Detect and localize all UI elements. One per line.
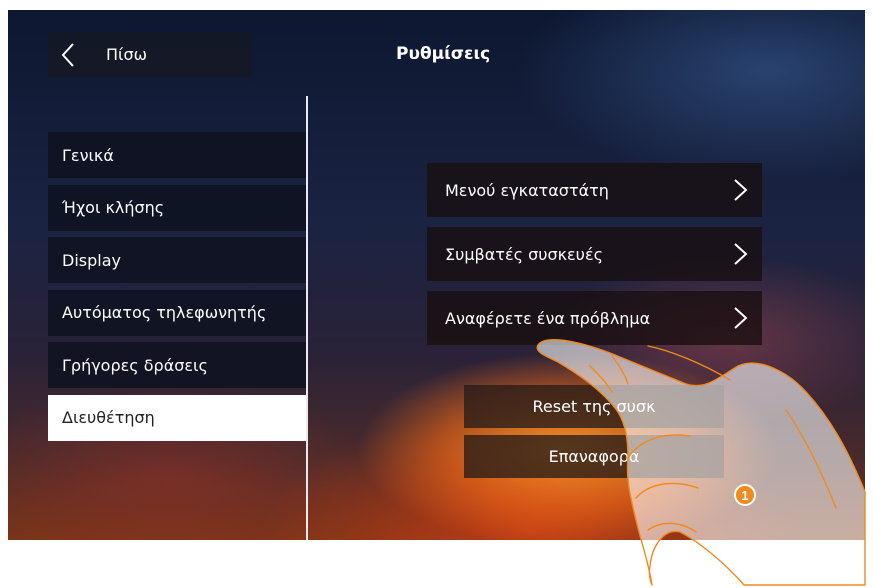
sidebar-item-label: Display — [62, 250, 121, 270]
vertical-divider — [306, 96, 308, 540]
sidebar-item-label: Αυτόματος τηλεφωνητής — [62, 303, 267, 322]
callout-badge: 1 — [734, 484, 756, 506]
chevron-left-icon — [48, 32, 88, 77]
header-bar: Πίσω Ρυθμίσεις — [8, 10, 865, 100]
compatible-devices-option[interactable]: Συμβατές συσκευές — [427, 227, 762, 281]
report-problem-option[interactable]: Αναφέρετε ένα πρόβλημα — [427, 291, 762, 345]
installer-menu-option[interactable]: Μενού εγκαταστάτη — [427, 163, 762, 217]
page-title: Ρυθμίσεις — [396, 44, 491, 64]
sidebar-item-label: Ήχοι κλήσης — [62, 198, 165, 217]
reset-button-label: Reset της συσκ — [532, 397, 656, 416]
reset-device-button[interactable]: Reset της συσκ — [464, 385, 724, 428]
back-button[interactable]: Πίσω — [48, 32, 252, 77]
chevron-right-icon — [732, 306, 750, 330]
restore-button-label: Επαναφορά — [548, 447, 640, 466]
back-label: Πίσω — [106, 45, 147, 64]
sidebar-item-answering-machine[interactable]: Αυτόματος τηλεφωνητής — [48, 289, 306, 336]
option-label: Μενού εγκαταστάτη — [445, 180, 609, 200]
device-screen: Πίσω Ρυθμίσεις Γενικά Ήχοι κλήσης Displa… — [8, 10, 865, 540]
chevron-right-icon — [732, 242, 750, 266]
sidebar-item-general[interactable]: Γενικά — [48, 132, 306, 178]
sidebar-item-ringtones[interactable]: Ήχοι κλήσης — [48, 184, 306, 231]
sidebar-item-display[interactable]: Display — [48, 237, 306, 283]
settings-sidebar: Γενικά Ήχοι κλήσης Display Αυτόματος τηλ… — [48, 132, 306, 447]
sidebar-item-configuration[interactable]: Διευθέτηση — [48, 394, 306, 441]
option-label: Αναφέρετε ένα πρόβλημα — [445, 308, 651, 328]
restore-button[interactable]: Επαναφορά — [464, 435, 724, 478]
sidebar-item-label: Γενικά — [62, 145, 114, 165]
option-label: Συμβατές συσκευές — [445, 244, 603, 264]
sidebar-item-quick-actions[interactable]: Γρήγορες δράσεις — [48, 342, 306, 388]
sidebar-item-label: Γρήγορες δράσεις — [62, 355, 208, 375]
sidebar-item-label: Διευθέτηση — [62, 408, 155, 427]
chevron-right-icon — [732, 178, 750, 202]
